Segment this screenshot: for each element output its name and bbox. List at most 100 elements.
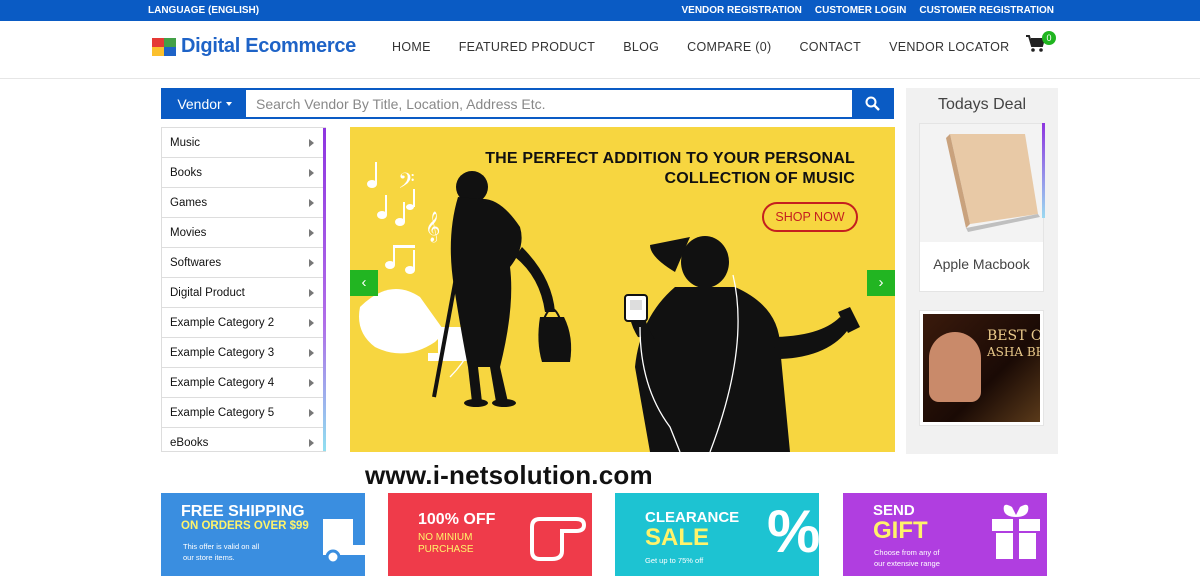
macbook-image bbox=[920, 124, 1043, 242]
promo-note-line2: our store items. bbox=[183, 553, 235, 562]
category-label: Example Category 2 bbox=[170, 316, 275, 329]
album-cover-image: BEST OF ASHA BHOS bbox=[923, 314, 1040, 422]
main-nav: HOME FEATURED PRODUCT BLOG COMPARE (0) C… bbox=[392, 40, 1038, 54]
site-header: Digital Ecommerce HOME FEATURED PRODUCT … bbox=[0, 21, 1200, 79]
search-type-dropdown[interactable]: Vendor bbox=[163, 90, 246, 117]
deal-card-macbook[interactable]: Apple Macbook bbox=[919, 123, 1044, 292]
percent-icon: % bbox=[767, 498, 819, 565]
promo-clearance-sale[interactable]: CLEARANCE SALE Get up to 75% off % bbox=[615, 493, 819, 576]
category-item-ebooks[interactable]: eBooks bbox=[162, 428, 324, 451]
category-item-example-3[interactable]: Example Category 3 bbox=[162, 338, 324, 368]
category-label: Movies bbox=[170, 226, 207, 239]
search-button[interactable] bbox=[852, 90, 892, 117]
nav-featured-product[interactable]: FEATURED PRODUCT bbox=[459, 40, 596, 54]
category-label: Digital Product bbox=[170, 286, 245, 299]
chevron-right-icon bbox=[309, 139, 314, 147]
category-sidebar: Music Books Games Movies Softwares Digit… bbox=[161, 127, 326, 452]
chevron-right-icon bbox=[309, 409, 314, 417]
deal-item-name: Apple Macbook bbox=[933, 256, 1030, 272]
pointing-hand-icon bbox=[530, 517, 587, 561]
cart-button[interactable]: 0 bbox=[1026, 31, 1056, 57]
hero-slider: 𝄢 𝄞 THE PERFECT ADDITION TO YOUR PERSONA… bbox=[350, 127, 895, 452]
promo-subtitle: GIFT bbox=[873, 517, 928, 544]
banner-headline-line1: THE PERFECT ADDITION TO YOUR PERSONAL bbox=[485, 150, 855, 167]
category-item-games[interactable]: Games bbox=[162, 188, 324, 218]
category-label: Music bbox=[170, 136, 201, 149]
promo-subtitle: NO MINIUM bbox=[418, 532, 473, 543]
search-input[interactable] bbox=[246, 90, 852, 117]
chevron-right-icon bbox=[309, 349, 314, 357]
promo-send-gift[interactable]: SEND GIFT Choose from any of our extensi… bbox=[843, 493, 1047, 576]
account-links: VENDOR REGISTRATION CUSTOMER LOGIN CUSTO… bbox=[681, 5, 1054, 16]
category-item-digital-product[interactable]: Digital Product bbox=[162, 278, 324, 308]
category-item-music[interactable]: Music bbox=[162, 128, 324, 158]
logo-text: Digital Ecommerce bbox=[181, 35, 356, 57]
category-label: Example Category 4 bbox=[170, 376, 275, 389]
category-label: Example Category 3 bbox=[170, 346, 275, 359]
deal-scroll-rail[interactable] bbox=[1042, 123, 1045, 218]
search-type-label: Vendor bbox=[177, 95, 222, 112]
banner-headline: THE PERFECT ADDITION TO YOUR PERSONAL CO… bbox=[485, 149, 855, 189]
album-art-line2: ASHA BHOS bbox=[987, 345, 1040, 359]
chevron-right-icon bbox=[309, 439, 314, 447]
todays-deal-title: Todays Deal bbox=[937, 96, 1027, 113]
category-label: eBooks bbox=[170, 436, 209, 449]
nav-contact[interactable]: CONTACT bbox=[799, 40, 861, 54]
banner-headline-line2: COLLECTION OF MUSIC bbox=[664, 170, 855, 187]
scroll-rail[interactable] bbox=[323, 128, 326, 451]
chevron-right-icon bbox=[309, 379, 314, 387]
category-item-movies[interactable]: Movies bbox=[162, 218, 324, 248]
promo-100-off[interactable]: 100% OFF NO MINIUM PURCHASE bbox=[388, 493, 592, 576]
language-selector[interactable]: LANGUAGE (ENGLISH) bbox=[148, 5, 259, 16]
album-art-line1: BEST OF bbox=[987, 328, 1040, 344]
promo-subtitle: SALE bbox=[645, 524, 710, 551]
search-icon bbox=[865, 96, 880, 111]
promo-note-line1: Choose from any of bbox=[874, 548, 940, 557]
site-logo[interactable]: Digital Ecommerce bbox=[152, 35, 356, 58]
vendor-search-bar: Vendor bbox=[161, 88, 894, 119]
slider-prev-button[interactable]: ‹ bbox=[350, 270, 378, 296]
chevron-right-icon bbox=[309, 169, 314, 177]
promo-subtitle: ON ORDERS OVER $99 bbox=[181, 520, 309, 532]
promo-title: 100% OFF bbox=[418, 511, 496, 528]
gift-icon bbox=[992, 504, 1040, 559]
chevron-right-icon bbox=[309, 229, 314, 237]
promo-free-shipping[interactable]: FREE SHIPPING ON ORDERS OVER $99 This of… bbox=[161, 493, 365, 576]
customer-login-link[interactable]: CUSTOMER LOGIN bbox=[815, 5, 906, 16]
category-item-example-2[interactable]: Example Category 2 bbox=[162, 308, 324, 338]
caret-down-icon bbox=[225, 101, 232, 106]
promo-title: FREE SHIPPING bbox=[181, 503, 305, 520]
nav-blog[interactable]: BLOG bbox=[623, 40, 659, 54]
category-label: Games bbox=[170, 196, 208, 209]
cart-count-badge: 0 bbox=[1042, 31, 1056, 45]
category-label: Softwares bbox=[170, 256, 222, 269]
album-portrait bbox=[929, 332, 981, 402]
nav-home[interactable]: HOME bbox=[392, 40, 431, 54]
logo-mark-icon bbox=[152, 37, 176, 56]
category-label: Books bbox=[170, 166, 202, 179]
chevron-right-icon bbox=[309, 259, 314, 267]
vendor-registration-link[interactable]: VENDOR REGISTRATION bbox=[681, 5, 801, 16]
chevron-right-icon bbox=[309, 199, 314, 207]
nav-compare[interactable]: COMPARE (0) bbox=[687, 40, 771, 54]
promo-note-line2: our extensive range bbox=[874, 559, 940, 568]
truck-icon bbox=[323, 519, 365, 563]
todays-deal-panel: Todays Deal Apple Macbook BEST OF ASHA B… bbox=[906, 88, 1058, 454]
slider-next-button[interactable]: › bbox=[867, 270, 895, 296]
chevron-right-icon bbox=[309, 289, 314, 297]
promo-note-line1: Get up to 75% off bbox=[645, 556, 704, 565]
svg-text:𝄢: 𝄢 bbox=[398, 169, 415, 199]
site-watermark: www.i-netsolution.com bbox=[365, 460, 653, 490]
chevron-right-icon bbox=[309, 319, 314, 327]
nav-vendor-locator[interactable]: VENDOR LOCATOR bbox=[889, 40, 1009, 54]
category-item-example-4[interactable]: Example Category 4 bbox=[162, 368, 324, 398]
laptop-icon bbox=[946, 134, 1040, 232]
promo-subtitle-2: PURCHASE bbox=[418, 544, 474, 555]
promo-note-line1: This offer is valid on all bbox=[183, 542, 260, 551]
shop-now-button[interactable]: SHOP NOW bbox=[762, 202, 858, 232]
customer-registration-link[interactable]: CUSTOMER REGISTRATION bbox=[919, 5, 1054, 16]
category-item-books[interactable]: Books bbox=[162, 158, 324, 188]
deal-card-album[interactable]: BEST OF ASHA BHOS bbox=[919, 310, 1044, 426]
category-item-example-5[interactable]: Example Category 5 bbox=[162, 398, 324, 428]
category-item-softwares[interactable]: Softwares bbox=[162, 248, 324, 278]
